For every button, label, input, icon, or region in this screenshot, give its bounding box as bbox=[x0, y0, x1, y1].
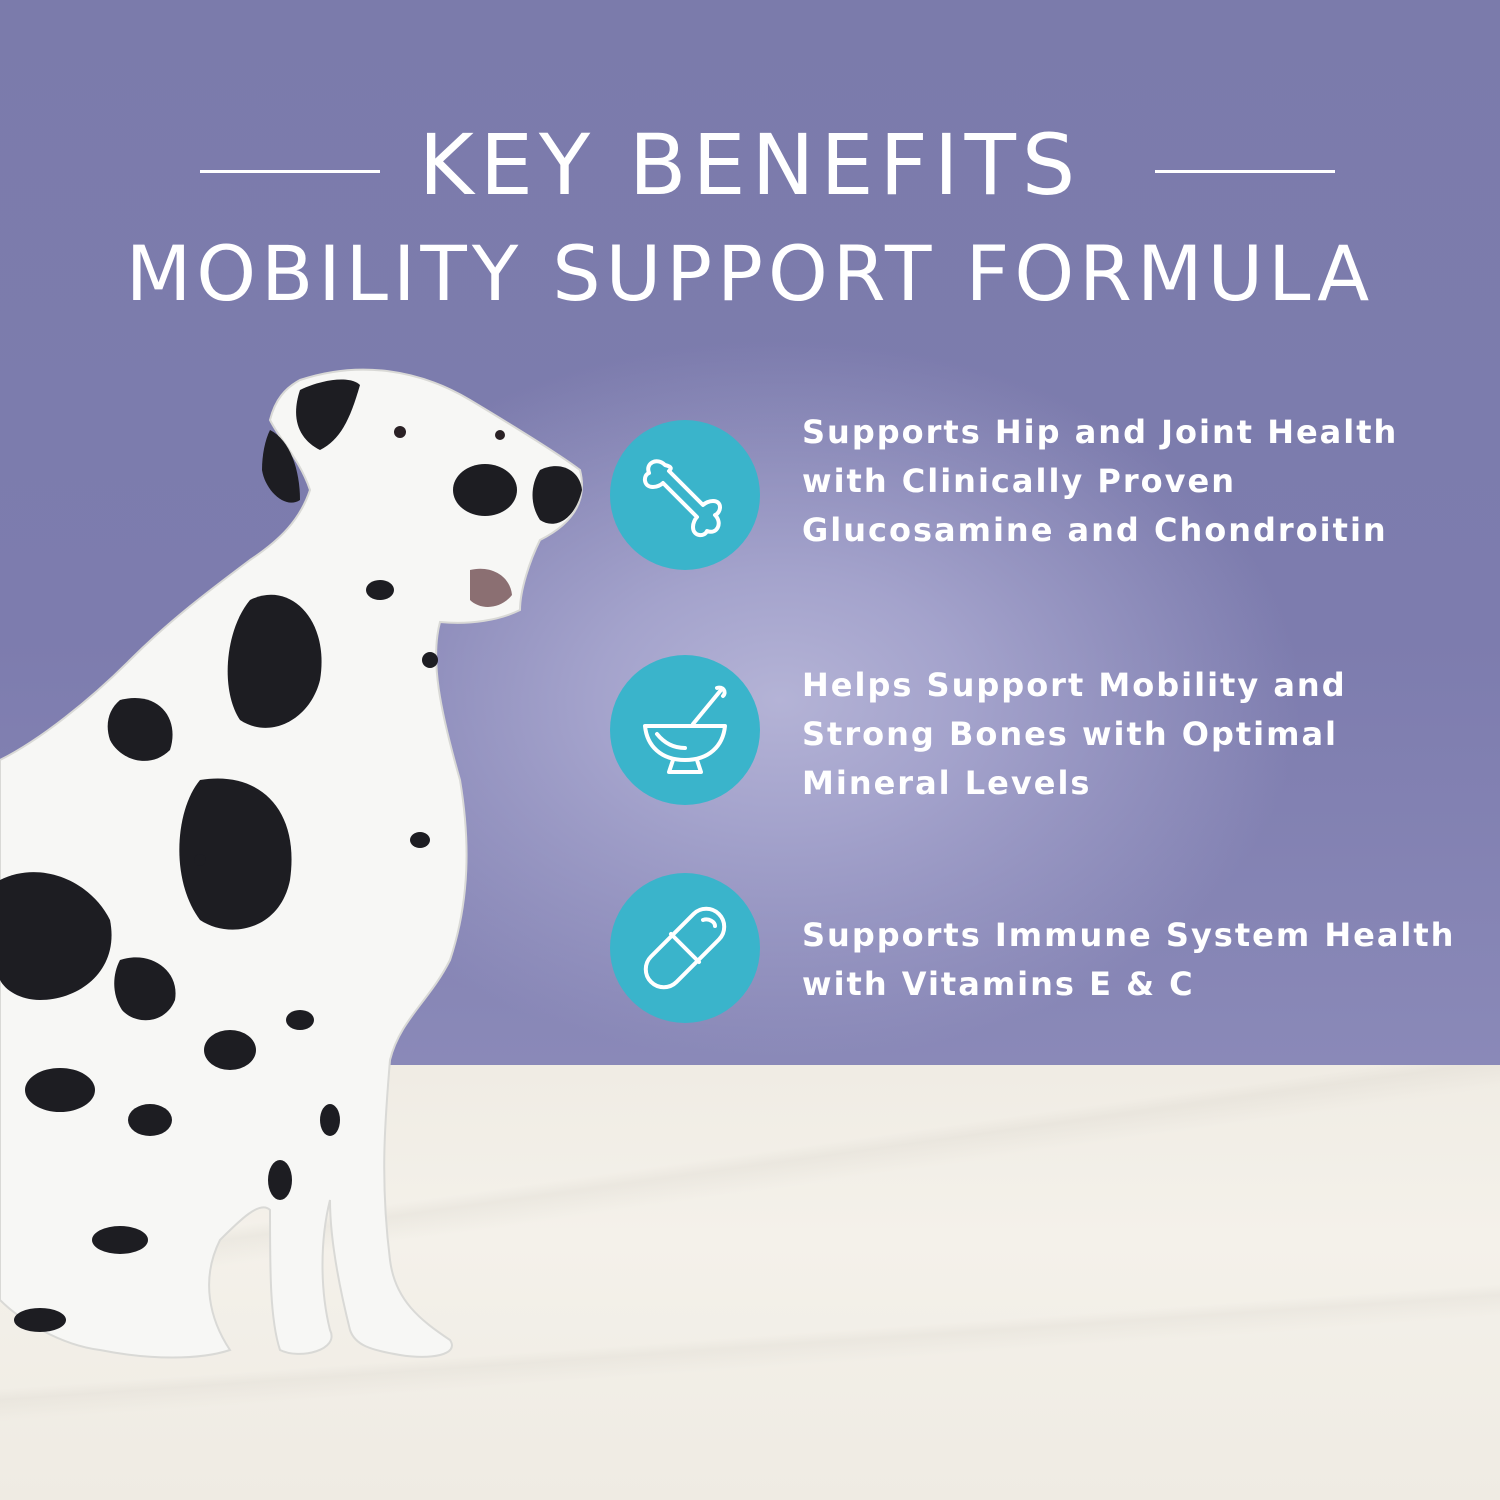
benefit-line: Mineral Levels bbox=[802, 764, 1092, 802]
benefit-item-joint-health: Supports Hip and Joint Health with Clini… bbox=[610, 413, 1490, 570]
benefit-text: Supports Hip and Joint Health with Clini… bbox=[802, 408, 1492, 555]
headline: KEY BENEFITS MOBILITY SUPPORT FORMULA bbox=[0, 110, 1500, 324]
title-row: KEY BENEFITS bbox=[0, 110, 1500, 220]
benefit-icon-circle bbox=[610, 873, 760, 1023]
title-rule-left bbox=[200, 170, 380, 173]
great-dane-image bbox=[0, 368, 583, 1359]
benefit-line: Supports Immune System Health bbox=[802, 916, 1456, 954]
page-subtitle: MOBILITY SUPPORT FORMULA bbox=[125, 229, 1375, 318]
benefit-line: Glucosamine and Chondroitin bbox=[802, 511, 1388, 549]
benefit-line: with Vitamins E & C bbox=[802, 965, 1195, 1003]
benefit-icon-circle bbox=[610, 420, 760, 570]
mortar-pestle-icon bbox=[643, 685, 727, 774]
benefit-line: with Clinically Proven bbox=[802, 462, 1236, 500]
benefit-text: Helps Support Mobility and Strong Bones … bbox=[802, 661, 1492, 808]
benefit-line: Helps Support Mobility and bbox=[802, 666, 1347, 704]
benefit-item-immune: Supports Immune System Health with Vitam… bbox=[610, 873, 1490, 1023]
bone-icon bbox=[642, 459, 722, 538]
title-rule-right bbox=[1155, 170, 1335, 173]
benefit-text: Supports Immune System Health with Vitam… bbox=[802, 911, 1492, 1009]
capsule-icon bbox=[643, 906, 727, 990]
benefit-line: Supports Hip and Joint Health bbox=[802, 413, 1399, 451]
benefit-item-mobility: Helps Support Mobility and Strong Bones … bbox=[610, 655, 1490, 805]
benefit-icon-circle bbox=[610, 655, 760, 805]
page-title: KEY BENEFITS bbox=[418, 116, 1082, 214]
benefit-line: Strong Bones with Optimal bbox=[802, 715, 1339, 753]
